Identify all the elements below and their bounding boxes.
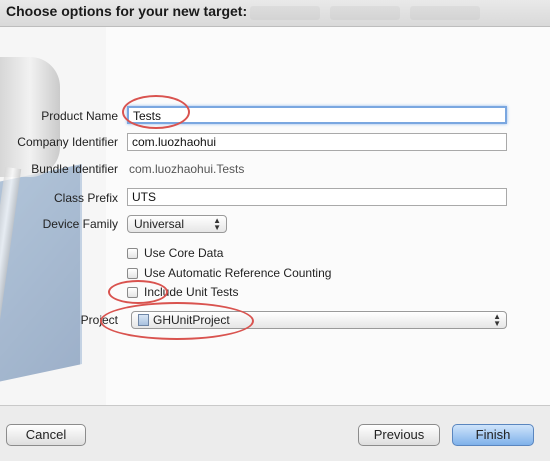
product-name-label: Product Name [41,109,118,123]
use-core-data-label: Use Core Data [144,246,224,260]
background-tab [330,6,400,20]
finish-button[interactable]: Finish [452,424,534,446]
company-identifier-field[interactable]: com.luozhaohui [127,133,507,151]
project-label: Project [80,313,118,327]
popup-arrows-icon: ▲ ▼ [213,216,221,232]
company-identifier-label: Company Identifier [17,135,118,149]
device-family-value: Universal [134,217,185,231]
bundle-identifier-value: com.luozhaohui.Tests [129,162,245,176]
class-prefix-label: Class Prefix [53,191,118,205]
xcode-project-icon [138,314,149,326]
include-unit-tests-checkbox[interactable] [127,287,138,298]
xcode-hammer-artwork [0,27,110,405]
project-value: GHUnitProject [153,313,230,327]
product-name-field[interactable]: Tests [127,106,507,124]
previous-button[interactable]: Previous [358,424,440,446]
include-unit-tests-label: Include Unit Tests [144,285,239,299]
project-popup[interactable]: GHUnitProject ▲ ▼ [131,311,507,329]
background-tab [250,6,320,20]
use-core-data-row[interactable]: Use Core Data [127,246,223,260]
use-arc-row[interactable]: Use Automatic Reference Counting [127,266,331,280]
popup-arrows-icon: ▲ ▼ [493,312,501,328]
dialog-title: Choose options for your new target: [6,3,248,19]
class-prefix-field[interactable]: UTS [127,188,507,206]
use-arc-checkbox[interactable] [127,268,138,279]
include-unit-tests-row[interactable]: Include Unit Tests [127,285,239,299]
device-family-popup[interactable]: Universal ▲ ▼ [127,215,227,233]
dialog-button-bar: Cancel Previous Finish [0,405,550,461]
cancel-button[interactable]: Cancel [6,424,86,446]
bundle-identifier-label: Bundle Identifier [31,162,118,176]
device-family-label: Device Family [42,217,118,231]
background-tab [410,6,480,20]
use-arc-label: Use Automatic Reference Counting [144,266,332,280]
dialog-titlebar: Choose options for your new target: [0,0,550,27]
use-core-data-checkbox[interactable] [127,248,138,259]
options-sheet: Product Name Tests Company Identifier co… [0,27,550,405]
